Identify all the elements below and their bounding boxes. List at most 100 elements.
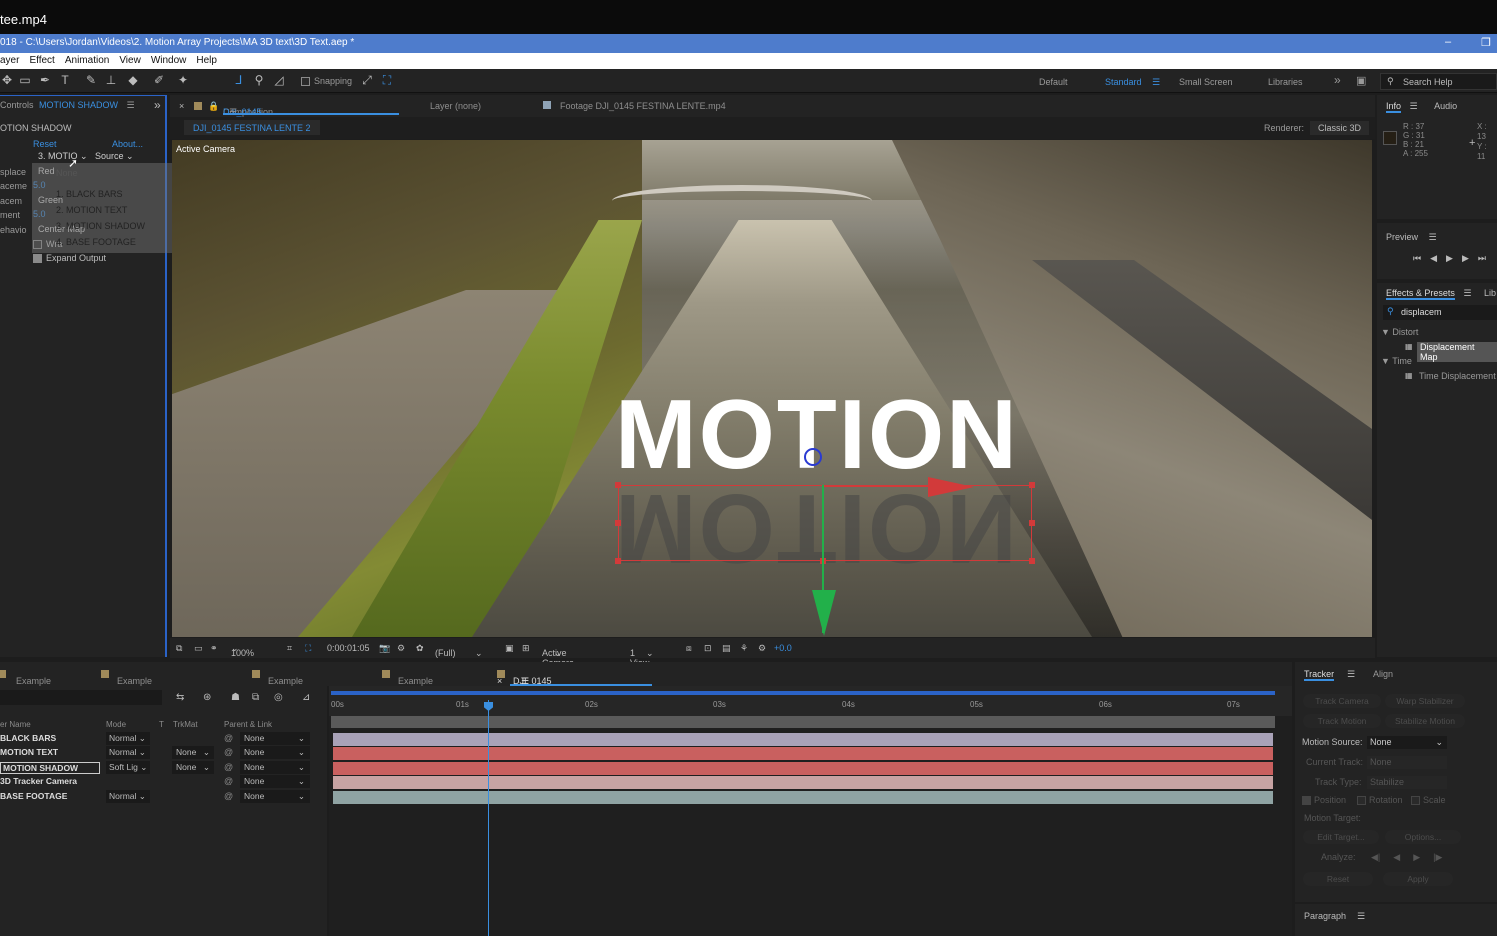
clone-stamp-tool-icon[interactable]: ⊥ xyxy=(104,73,118,87)
layer-mode-dropdown[interactable]: Normal ⌄ xyxy=(106,746,150,759)
position-checkbox[interactable] xyxy=(1302,795,1311,805)
search-help-input[interactable]: ⚲ Search Help xyxy=(1380,73,1497,90)
type-tool-icon[interactable]: T xyxy=(58,73,72,87)
libraries-tab[interactable]: Lib xyxy=(1484,288,1496,298)
draft-3d-icon[interactable]: ⊡ xyxy=(704,643,712,654)
menu-window[interactable]: Window xyxy=(151,55,187,69)
layer-row[interactable]: MOTION SHADOW Soft Lig ⌄ None ⌄ @ None ⌄ xyxy=(0,761,327,775)
pick-whip-icon[interactable]: @ xyxy=(224,762,233,772)
analyze-forward-icon[interactable]: ▶ xyxy=(1413,852,1420,863)
trkmat-dropdown[interactable]: None ⌄ xyxy=(172,746,214,759)
zoom-dropdown[interactable]: 100% ⌄ xyxy=(231,643,254,658)
bbox-handle[interactable] xyxy=(1029,482,1035,488)
fast-previews-icon[interactable]: ▣ xyxy=(505,643,514,654)
layer-mode-dropdown[interactable]: Normal ⌄ xyxy=(106,732,150,745)
workspace-standard[interactable]: Standard xyxy=(1105,77,1142,87)
workspace-menu-icon[interactable]: ☰ xyxy=(1152,77,1160,88)
expand-output-checkbox[interactable] xyxy=(33,253,42,263)
position-option[interactable]: Position xyxy=(1302,795,1346,805)
snapshot-icon[interactable]: 📷 xyxy=(379,643,390,654)
work-area-track[interactable] xyxy=(331,716,1275,728)
effects-menu-icon[interactable]: ☰ xyxy=(1463,288,1471,298)
graph-editor-icon[interactable]: ⊿ xyxy=(302,692,310,703)
bbox-handle[interactable] xyxy=(1029,558,1035,564)
source-dropdown[interactable]: Source ⌄ xyxy=(95,151,145,163)
y-axis-arrow-icon[interactable] xyxy=(812,590,836,636)
region-of-interest-icon[interactable]: ⌗ xyxy=(287,643,292,654)
first-frame-icon[interactable]: ⏮ xyxy=(1413,253,1421,264)
pen-tool-icon[interactable]: ✒ xyxy=(38,73,52,87)
pick-whip-icon[interactable]: @ xyxy=(224,747,233,757)
preview-menu-icon[interactable]: ☰ xyxy=(1429,232,1437,242)
menu-animation[interactable]: Animation xyxy=(65,55,109,69)
snapping-toggle[interactable]: Snapping xyxy=(301,76,352,86)
view-axis-icon[interactable]: ◿ xyxy=(272,73,286,87)
category-distort[interactable]: ▼ Distort xyxy=(1381,327,1418,337)
time-ruler[interactable]: 00s 01s 02s 03s 04s 05s 06s 07s xyxy=(329,686,1292,716)
workspace-small-screen[interactable]: Small Screen xyxy=(1179,77,1233,87)
layer-mode-dropdown[interactable]: Normal ⌄ xyxy=(106,790,150,803)
play-icon[interactable]: ▶ xyxy=(1446,253,1453,264)
timeline-graph[interactable]: 00s 01s 02s 03s 04s 05s 06s 07s xyxy=(329,686,1292,936)
brush-tool-icon[interactable]: ✎ xyxy=(84,73,98,87)
frame-blending-icon[interactable]: ⧉ xyxy=(252,692,259,703)
info-tab[interactable]: Info xyxy=(1386,101,1402,113)
eraser-tool-icon[interactable]: ◆ xyxy=(126,73,140,87)
bbox-handle[interactable] xyxy=(615,520,621,526)
workspace-panel-icon[interactable]: ▣ xyxy=(1356,74,1366,87)
effects-presets-tab[interactable]: Effects & Presets xyxy=(1386,288,1455,300)
draft-3d-icon[interactable]: ⊛ xyxy=(203,692,211,703)
category-time[interactable]: ▼ Time xyxy=(1381,356,1412,366)
lock-icon[interactable]: 🔒 xyxy=(208,101,219,112)
show-snapshot-icon[interactable]: ⚙ xyxy=(397,643,405,654)
parent-dropdown[interactable]: None ⌄ xyxy=(240,761,310,774)
layer-bar[interactable] xyxy=(333,791,1273,804)
scale-option[interactable]: Scale xyxy=(1411,795,1446,805)
menu-effect[interactable]: Effect xyxy=(29,55,54,69)
x-axis-gizmo[interactable] xyxy=(824,485,944,487)
workspace-default[interactable]: Default xyxy=(1039,77,1068,87)
toggle-transparency-icon[interactable]: ⊞ xyxy=(522,643,530,654)
layer-bar[interactable] xyxy=(333,762,1273,775)
parent-dropdown[interactable]: None ⌄ xyxy=(240,746,310,759)
next-frame-icon[interactable]: ▶ xyxy=(1462,253,1469,264)
tab-active-comp[interactable]: ×DJI_0145 FESTINA LENTE 2☰ xyxy=(497,669,552,706)
tab-example-2[interactable]: Example 2 (top down) xyxy=(101,669,152,706)
options-button[interactable]: Options... xyxy=(1385,830,1461,844)
current-track-dropdown[interactable]: None xyxy=(1367,756,1447,769)
stabilize-motion-button[interactable]: Stabilize Motion xyxy=(1385,714,1465,728)
tab-example-3[interactable]: Example 3 Trees xyxy=(252,669,303,696)
layer-search-input[interactable] xyxy=(0,690,162,705)
reset-exposure-icon[interactable]: ⚙ xyxy=(758,643,766,654)
snap-features-icon[interactable]: ⛶ xyxy=(380,73,394,87)
panel-menu-icon[interactable]: ☰ xyxy=(127,100,135,110)
menu-view[interactable]: View xyxy=(119,55,141,69)
motion-blur-icon[interactable]: ◎ xyxy=(274,692,283,703)
work-area-bar[interactable] xyxy=(331,691,1275,695)
effect-about-link[interactable]: About... xyxy=(112,139,143,149)
info-menu-icon[interactable]: ☰ xyxy=(1410,101,1418,111)
color-channels-icon[interactable]: ✿ xyxy=(416,643,424,654)
tab-example-1[interactable]: Example 1 xyxy=(0,669,51,696)
comp-mini-flowchart-icon[interactable]: ⇆ xyxy=(176,692,184,703)
bbox-handle[interactable] xyxy=(615,482,621,488)
edit-target-button[interactable]: Edit Target... xyxy=(1303,830,1379,844)
transparency-grid-icon[interactable]: ⛶ xyxy=(305,643,311,654)
layer-row[interactable]: 3D Tracker Camera @ None ⌄ xyxy=(0,775,327,789)
analyze-forward-all-icon[interactable]: |▶ xyxy=(1433,852,1442,863)
panel-expand-icon[interactable]: » xyxy=(154,98,161,112)
parent-dropdown[interactable]: None ⌄ xyxy=(240,732,310,745)
maximize-button[interactable]: ❐ xyxy=(1481,36,1491,49)
displacement-layer-dropdown[interactable]: 3. MOTIO ⌄ xyxy=(38,151,88,163)
z-axis-rotation-icon[interactable] xyxy=(804,448,822,466)
effect-time-displacement[interactable]: Time Displacement xyxy=(1419,371,1496,381)
motion-text-layer[interactable]: MOTION xyxy=(615,385,1019,483)
parent-dropdown[interactable]: None ⌄ xyxy=(240,775,310,788)
popup-item-motion-text[interactable]: 2. MOTION TEXT xyxy=(56,205,127,215)
analyze-back-icon[interactable]: ◀ xyxy=(1393,852,1400,863)
tracker-tab[interactable]: Tracker xyxy=(1304,669,1335,681)
comp-breadcrumb[interactable]: DJI_0145 FESTINA LENTE 2 xyxy=(184,120,320,135)
bbox-handle[interactable] xyxy=(615,558,621,564)
parent-dropdown[interactable]: None ⌄ xyxy=(240,790,310,803)
effect-reset-link[interactable]: Reset xyxy=(33,139,57,149)
